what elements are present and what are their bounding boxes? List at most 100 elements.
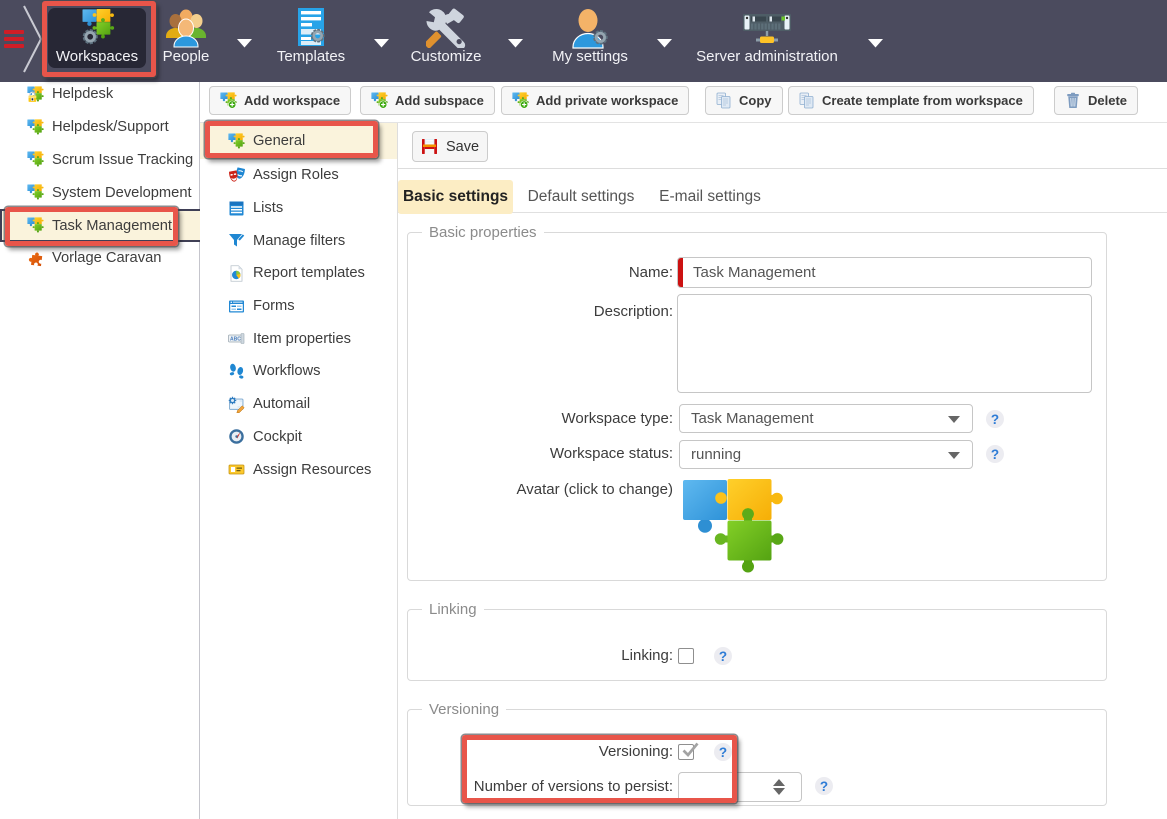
nav-item-server-administration[interactable]: Server administration: [693, 8, 841, 68]
menu-item-workflows[interactable]: Workflows: [200, 355, 397, 388]
nav-item-label: My settings: [552, 48, 628, 68]
nav-collapse-chevron-icon[interactable]: [22, 4, 44, 76]
menu-item-assign-resources[interactable]: Assign Resources: [200, 453, 397, 486]
menu-item-automail[interactable]: Automail: [200, 388, 397, 421]
sidebar-item-label: Scrum Issue Tracking: [52, 152, 193, 168]
description-textarea[interactable]: [677, 294, 1092, 393]
server-administration-dropdown-caret[interactable]: [867, 38, 884, 48]
tab-basic-settings[interactable]: Basic settings: [398, 180, 513, 214]
select-value: Task Management: [691, 410, 814, 427]
sidebar-item-helpdesk-support[interactable]: Helpdesk/Support: [0, 111, 200, 144]
menu-item-label: Lists: [253, 200, 283, 216]
sidebar-item-label: Helpdesk/Support: [52, 119, 169, 135]
menu-item-label: Report templates: [253, 265, 365, 281]
persist-help-icon[interactable]: ?: [815, 777, 833, 795]
linking-checkbox[interactable]: [678, 648, 694, 664]
select-caret-icon: [948, 452, 960, 459]
button-label: Create template from workspace: [822, 93, 1023, 108]
linking-help-icon[interactable]: ?: [714, 647, 732, 665]
workspace-status-help-icon[interactable]: ?: [986, 445, 1004, 463]
linking-legend: Linking: [422, 601, 484, 618]
nav-item-templates[interactable]: Templates: [276, 8, 346, 68]
menu-item-cockpit[interactable]: Cockpit: [200, 421, 397, 454]
hamburger-menu-icon[interactable]: [4, 30, 24, 49]
report-templates-icon: [228, 265, 245, 282]
sidebar-item-scrum-issue-tracking[interactable]: Scrum Issue Tracking: [0, 144, 200, 177]
name-label: Name:: [629, 264, 673, 281]
menu-item-forms[interactable]: Forms: [200, 290, 397, 323]
versioning-label: Versioning:: [599, 743, 673, 760]
delete-button[interactable]: Delete: [1054, 86, 1138, 115]
workspace-icon: [27, 151, 44, 168]
add-workspace-button[interactable]: Add workspace: [209, 86, 351, 115]
assign-roles-icon: [228, 167, 245, 184]
spin-down-icon[interactable]: [773, 788, 785, 795]
workspace-icon: [27, 119, 44, 136]
create-template-from-workspace-button[interactable]: Create template from workspace: [788, 86, 1034, 115]
sidebar-item-system-development[interactable]: System Development: [0, 176, 200, 209]
customize-dropdown-caret[interactable]: [507, 38, 524, 48]
menu-item-label: Cockpit: [253, 429, 302, 445]
menu-item-label: Automail: [253, 396, 310, 412]
tab-email-settings[interactable]: E-mail settings: [647, 180, 773, 213]
templates-dropdown-caret[interactable]: [373, 38, 390, 48]
checkmark-icon: [680, 741, 700, 759]
menu-item-manage-filters[interactable]: Manage filters: [200, 224, 397, 257]
lists-icon: [228, 200, 245, 217]
nav-item-label: Templates: [277, 48, 345, 68]
people-dropdown-caret[interactable]: [236, 38, 253, 48]
button-label: Add workspace: [244, 93, 340, 108]
sidebar-item-label: Vorlage Caravan: [52, 250, 161, 266]
nav-item-workspaces[interactable]: Workspaces: [48, 8, 146, 68]
required-marker: [678, 258, 683, 287]
menu-item-assign-roles[interactable]: Assign Roles: [200, 159, 397, 192]
copy-button[interactable]: Copy: [705, 86, 783, 115]
sidebar-item-vorlage-caravan[interactable]: Vorlage Caravan: [0, 242, 200, 275]
manage-filters-icon: [228, 232, 245, 249]
menu-item-label: Workflows: [253, 363, 320, 379]
menu-item-item-properties[interactable]: ABC Item properties: [200, 322, 397, 355]
persist-label: Number of versions to persist:: [474, 778, 673, 795]
sidebar-item-task-management[interactable]: Task Management: [0, 209, 200, 242]
nav-item-customize[interactable]: Customize: [411, 8, 481, 68]
persist-spinner[interactable]: [678, 772, 802, 802]
description-label: Description:: [594, 303, 673, 320]
workspace-icon: [27, 217, 44, 234]
sidebar-item-helpdesk[interactable]: Helpdesk: [0, 78, 200, 111]
workspace-type-label: Workspace type:: [562, 410, 673, 427]
workflows-icon: [228, 363, 245, 380]
button-label: Add subspace: [395, 93, 484, 108]
menu-item-general[interactable]: General: [200, 123, 397, 159]
nav-item-label: Workspaces: [56, 48, 138, 68]
workspace-lock-icon: [27, 86, 44, 103]
button-label: Copy: [739, 93, 772, 108]
my-settings-dropdown-caret[interactable]: [656, 38, 673, 48]
workspace-avatar[interactable]: [683, 479, 784, 573]
add-subspace-button[interactable]: Add subspace: [360, 86, 495, 115]
workspace-type-select[interactable]: Task Management: [679, 404, 973, 433]
workspaces-icon: [79, 8, 115, 48]
settings-tabs: Basic settings Default settings E-mail s…: [397, 180, 1167, 213]
menu-item-label: Item properties: [253, 331, 351, 347]
workspace-status-select[interactable]: running: [679, 440, 973, 469]
nav-item-my-settings[interactable]: My settings: [553, 8, 627, 68]
avatar-label: Avatar (click to change): [517, 481, 673, 498]
nav-item-people[interactable]: People: [157, 8, 215, 68]
menu-item-lists[interactable]: Lists: [200, 192, 397, 225]
menu-item-report-templates[interactable]: Report templates: [200, 257, 397, 290]
tab-default-settings[interactable]: Default settings: [517, 180, 645, 213]
workspace-type-help-icon[interactable]: ?: [986, 410, 1004, 428]
add-private-workspace-button[interactable]: Add private workspace: [501, 86, 689, 115]
workspace-toolbar: Add workspace Add subspace Add private w…: [200, 82, 1167, 123]
sidebar-item-label: Helpdesk: [52, 86, 113, 102]
versioning-help-icon[interactable]: ?: [714, 743, 732, 761]
tab-label: E-mail settings: [659, 188, 761, 206]
trash-icon: [1065, 92, 1081, 109]
save-icon: [421, 138, 438, 155]
save-button[interactable]: Save: [412, 131, 488, 162]
spin-up-icon[interactable]: [773, 779, 785, 786]
versioning-checkbox[interactable]: [678, 744, 694, 760]
automail-icon: [228, 396, 245, 413]
button-label: Delete: [1088, 93, 1127, 108]
name-input[interactable]: [677, 257, 1092, 288]
